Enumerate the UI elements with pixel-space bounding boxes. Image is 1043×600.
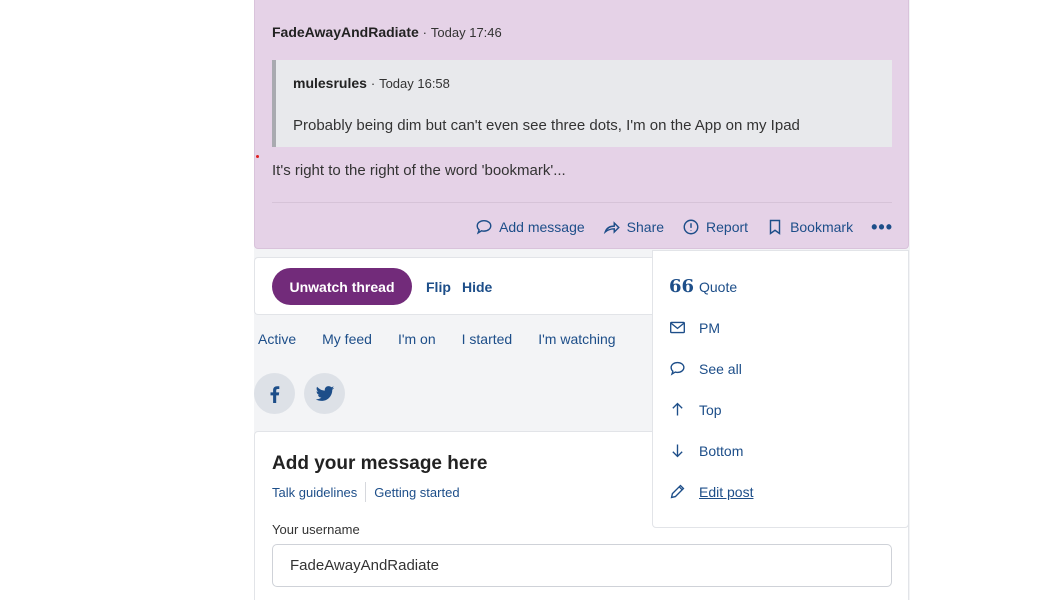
pencil-icon bbox=[670, 484, 685, 499]
twitter-share-button[interactable] bbox=[304, 373, 345, 414]
thread-watch-bar: Unwatch thread Flip Hide bbox=[254, 257, 654, 315]
quote-icon: 66 bbox=[669, 276, 695, 297]
menu-bottom-label: Bottom bbox=[699, 442, 744, 459]
quote-header: mulesrules · Today 16:58 bbox=[293, 75, 450, 91]
share-arrow-icon bbox=[603, 221, 620, 235]
getting-started-link[interactable]: Getting started bbox=[374, 485, 459, 502]
post-body: It's right to the right of the word 'boo… bbox=[272, 162, 566, 179]
facebook-icon bbox=[270, 385, 279, 403]
info-circle-icon bbox=[683, 219, 699, 235]
feed-nav-im-watching[interactable]: I'm watching bbox=[538, 331, 615, 347]
add-message-label: Add message bbox=[499, 219, 585, 235]
social-share bbox=[254, 373, 345, 414]
menu-see-all-label: See all bbox=[699, 360, 742, 377]
twitter-icon bbox=[315, 385, 334, 401]
more-options-button[interactable]: ••• bbox=[871, 218, 893, 236]
post-separator: · bbox=[422, 25, 428, 40]
username-input[interactable] bbox=[272, 544, 892, 587]
report-button[interactable]: Report bbox=[682, 218, 748, 236]
share-label: Share bbox=[626, 219, 665, 235]
feed-nav-i-started[interactable]: I started bbox=[462, 331, 513, 347]
username-label: Your username bbox=[272, 522, 360, 537]
report-label: Report bbox=[706, 219, 749, 235]
hide-link[interactable]: Hide bbox=[462, 279, 492, 295]
flip-link[interactable]: Flip bbox=[426, 279, 451, 295]
menu-item-pm[interactable]: PM bbox=[669, 319, 720, 336]
speech-bubble-icon bbox=[476, 219, 492, 235]
menu-item-bottom[interactable]: Bottom bbox=[669, 442, 743, 459]
bookmark-button[interactable]: Bookmark bbox=[766, 218, 853, 236]
post-actions: Add message Share Report Bookmark ••• bbox=[475, 218, 893, 236]
post-header: FadeAwayAndRadiate · Today 17:46 bbox=[272, 24, 502, 40]
menu-quote-label: Quote bbox=[699, 278, 738, 295]
menu-top-label: Top bbox=[699, 401, 722, 418]
post-options-menu: 66 Quote PM See all Top Bottom Edit post bbox=[652, 250, 909, 528]
feed-nav: Active My feed I'm on I started I'm watc… bbox=[258, 331, 616, 347]
arrow-down-icon bbox=[672, 444, 683, 458]
compose-title: Add your message here bbox=[272, 453, 488, 474]
feed-nav-im-on[interactable]: I'm on bbox=[398, 331, 436, 347]
speech-bubble-icon bbox=[670, 361, 685, 376]
post-author[interactable]: FadeAwayAndRadiate bbox=[272, 24, 419, 40]
post-time: Today 17:46 bbox=[430, 25, 502, 40]
bookmark-icon bbox=[769, 219, 781, 235]
post-card: FadeAwayAndRadiate · Today 17:46 mulesru… bbox=[254, 0, 909, 249]
menu-item-quote[interactable]: 66 Quote bbox=[669, 276, 738, 297]
feed-nav-active[interactable]: Active bbox=[258, 331, 296, 347]
quote-separator: · bbox=[370, 76, 376, 91]
post-divider bbox=[272, 202, 892, 203]
unwatch-thread-button[interactable]: Unwatch thread bbox=[272, 268, 412, 305]
share-button[interactable]: Share bbox=[603, 218, 664, 236]
talk-guidelines-link[interactable]: Talk guidelines bbox=[272, 485, 357, 502]
feed-nav-my-feed[interactable]: My feed bbox=[322, 331, 372, 347]
menu-item-edit-post[interactable]: Edit post bbox=[669, 483, 753, 500]
quote-time: Today 16:58 bbox=[379, 76, 450, 91]
menu-item-see-all[interactable]: See all bbox=[669, 360, 742, 377]
guides-divider bbox=[365, 482, 367, 502]
envelope-icon bbox=[670, 321, 685, 334]
quoted-message: mulesrules · Today 16:58 Probably being … bbox=[272, 60, 892, 147]
quote-author[interactable]: mulesrules bbox=[293, 75, 367, 91]
facebook-share-button[interactable] bbox=[254, 373, 295, 414]
compose-guides: Talk guidelines Getting started bbox=[272, 482, 460, 502]
menu-item-top[interactable]: Top bbox=[669, 401, 722, 418]
bookmark-label: Bookmark bbox=[790, 219, 854, 235]
add-message-button[interactable]: Add message bbox=[475, 218, 585, 236]
red-marker-dot bbox=[256, 155, 259, 158]
quote-text: Probably being dim but can't even see th… bbox=[293, 117, 800, 134]
menu-pm-label: PM bbox=[699, 319, 720, 336]
arrow-up-icon bbox=[672, 402, 683, 416]
menu-edit-post-label: Edit post bbox=[699, 483, 754, 500]
